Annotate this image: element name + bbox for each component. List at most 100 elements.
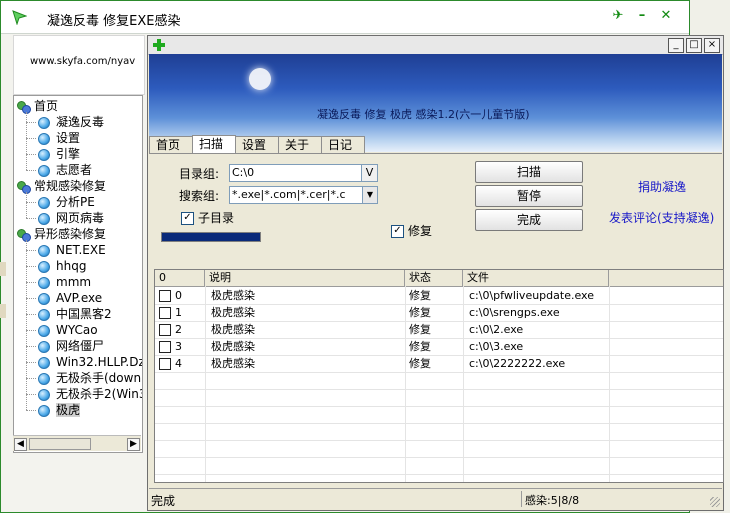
inner-window: _ □ × 凝逸反毒 修复 极虎 感染1.2(六一儿童节版) 首页 扫描 设置 关于日… <box>147 35 724 511</box>
infection-count: 感染:5|8/8 <box>525 494 580 507</box>
dir-browse-button[interactable]: V <box>361 164 378 182</box>
scan-button[interactable]: 扫描 <box>475 161 583 183</box>
col-header-id[interactable]: 0 <box>155 270 205 286</box>
tree-item-label: WYCao <box>56 323 98 337</box>
tree-item[interactable]: 无极杀手(downl <box>38 370 142 386</box>
table-row[interactable]: 4 极虎感染 修复 c:\0\2222222.exe <box>155 355 723 373</box>
tree-group[interactable]: 常规感染修复 <box>16 178 106 194</box>
table-row[interactable]: 2 极虎感染 修复 c:\0\2.exe <box>155 321 723 339</box>
scroll-left-icon[interactable]: ◀ <box>14 438 27 451</box>
tab-1[interactable]: 扫描 <box>192 135 236 154</box>
col-header-file[interactable]: 文件 <box>463 270 609 286</box>
pause-button[interactable]: 暂停 <box>475 185 583 207</box>
repair-checkbox[interactable]: ✓ 修复 <box>391 222 432 239</box>
row-checkbox[interactable] <box>159 358 171 370</box>
tree-item[interactable]: 凝逸反毒 <box>38 114 104 130</box>
row-checkbox[interactable] <box>159 307 171 319</box>
table-row[interactable]: 3 极虎感染 修复 c:\0\3.exe <box>155 338 723 356</box>
search-label: 搜索组: <box>179 189 220 203</box>
col-header-desc[interactable]: 说明 <box>205 270 405 286</box>
banner-title: 凝逸反毒 修复 极虎 感染1.2(六一儿童节版) <box>317 108 530 121</box>
tree-connector <box>26 170 36 171</box>
tab-0[interactable]: 首页 <box>149 136 193 154</box>
table-row[interactable]: 0 极虎感染 修复 c:\0\pfwliveupdate.exe <box>155 287 723 305</box>
cell-id: 3 <box>175 340 182 353</box>
tree-item[interactable]: Win32.HLLP.Dzan <box>38 354 142 370</box>
col-header-extra <box>609 270 723 286</box>
nav-tree: 首页 凝逸反毒 设置 引擎 志愿者 常规感染修复 分析PE 网页病毒 异形感染修复 NET.EXE… <box>13 95 143 453</box>
row-checkbox[interactable] <box>159 290 171 302</box>
status-separator <box>521 491 522 507</box>
table-row <box>155 372 723 390</box>
tab-3[interactable]: 关于 <box>278 136 322 154</box>
site-url[interactable]: www.skyfa.com/nyav <box>30 56 135 67</box>
donate-link[interactable]: 捐助凝逸 <box>638 178 686 195</box>
tree-connector <box>26 362 36 363</box>
tree-item[interactable]: 极虎 <box>38 402 81 418</box>
table-row[interactable]: 1 极虎感染 修复 c:\0\srengps.exe <box>155 304 723 322</box>
node-bullet-icon <box>38 324 50 337</box>
app-logo-icon <box>12 10 27 25</box>
table-header: 0 说明 状态 文件 <box>155 270 723 287</box>
tree-group[interactable]: 首页 <box>16 98 58 114</box>
row-checkbox[interactable] <box>159 341 171 353</box>
tree-item[interactable]: 设置 <box>38 130 80 146</box>
tree-item[interactable]: 引擎 <box>38 146 80 162</box>
tree-connector <box>26 250 36 251</box>
tab-4[interactable]: 日记 <box>321 136 365 154</box>
tree-connector <box>26 122 36 123</box>
scroll-thumb[interactable] <box>29 438 91 450</box>
tree-group[interactable]: 异形感染修复 <box>16 226 106 242</box>
tree-item-label: 首页 <box>34 99 59 113</box>
pin-icon[interactable]: ✈ <box>611 8 625 23</box>
search-pattern-select[interactable]: *.exe|*.com|*.cer|*.c ▼ <box>229 186 378 204</box>
tree-item[interactable]: 无极杀手2(Win32 <box>38 386 142 402</box>
cell-desc: 极虎感染 <box>211 289 255 302</box>
tree-item[interactable]: hhqg <box>38 258 86 274</box>
scroll-right-icon[interactable]: ▶ <box>127 438 140 451</box>
node-bullet-icon <box>38 404 50 417</box>
cell-status: 修复 <box>409 289 431 302</box>
dir-input[interactable]: C:\0 <box>229 164 369 182</box>
chevron-down-icon[interactable]: ▼ <box>362 187 377 203</box>
tree-item[interactable]: AVP.exe <box>38 290 102 306</box>
url-panel: www.skyfa.com/nyav <box>13 35 145 95</box>
tree-item[interactable]: mmm <box>38 274 91 290</box>
tab-2[interactable]: 设置 <box>235 136 279 154</box>
comment-link[interactable]: 发表评论(支持凝逸) <box>609 209 714 226</box>
done-button[interactable]: 完成 <box>475 209 583 231</box>
inner-title-bar: _ □ × <box>148 36 723 55</box>
resize-grip-icon[interactable] <box>710 497 720 507</box>
outer-title-bar: 凝逸反毒 修复EXE感染 ✈ – ✕ <box>1 1 689 34</box>
tree-item[interactable]: NET.EXE <box>38 242 106 258</box>
node-bullet-icon <box>38 388 50 401</box>
tree-horizontal-scrollbar[interactable]: ◀ ▶ <box>13 435 141 451</box>
tree-item[interactable]: 网络僵尸 <box>38 338 104 354</box>
subdir-label: 子目录 <box>198 211 235 225</box>
edge-fragment <box>0 304 6 318</box>
tree-item[interactable]: 网页病毒 <box>38 210 104 226</box>
col-header-status[interactable]: 状态 <box>405 270 463 286</box>
minimize-button[interactable]: – <box>635 8 649 23</box>
column-gridline <box>205 286 206 482</box>
tree-connector <box>26 394 36 395</box>
tree-item[interactable]: WYCao <box>38 322 98 338</box>
inner-close-button[interactable]: × <box>704 38 720 53</box>
tree-item[interactable]: 分析PE <box>38 194 95 210</box>
tree-item[interactable]: 中国黑客2 <box>38 306 112 322</box>
tree-connector <box>26 282 36 283</box>
cell-file: c:\0\srengps.exe <box>469 306 560 319</box>
tree-item-label: 设置 <box>56 131 81 145</box>
cell-desc: 极虎感染 <box>211 323 255 336</box>
tab-bar: 首页 扫描 设置 关于 日记 <box>149 135 365 154</box>
inner-maximize-button[interactable]: □ <box>686 38 702 53</box>
node-bullet-icon <box>38 372 50 385</box>
column-gridline <box>609 286 610 482</box>
close-button[interactable]: ✕ <box>659 8 673 23</box>
moon-icon <box>249 68 271 90</box>
tree-item[interactable]: 志愿者 <box>38 162 92 178</box>
node-bullet-icon <box>38 340 50 353</box>
subdir-checkbox[interactable]: ✓ 子目录 <box>181 209 234 226</box>
inner-minimize-button[interactable]: _ <box>668 38 684 53</box>
row-checkbox[interactable] <box>159 324 171 336</box>
